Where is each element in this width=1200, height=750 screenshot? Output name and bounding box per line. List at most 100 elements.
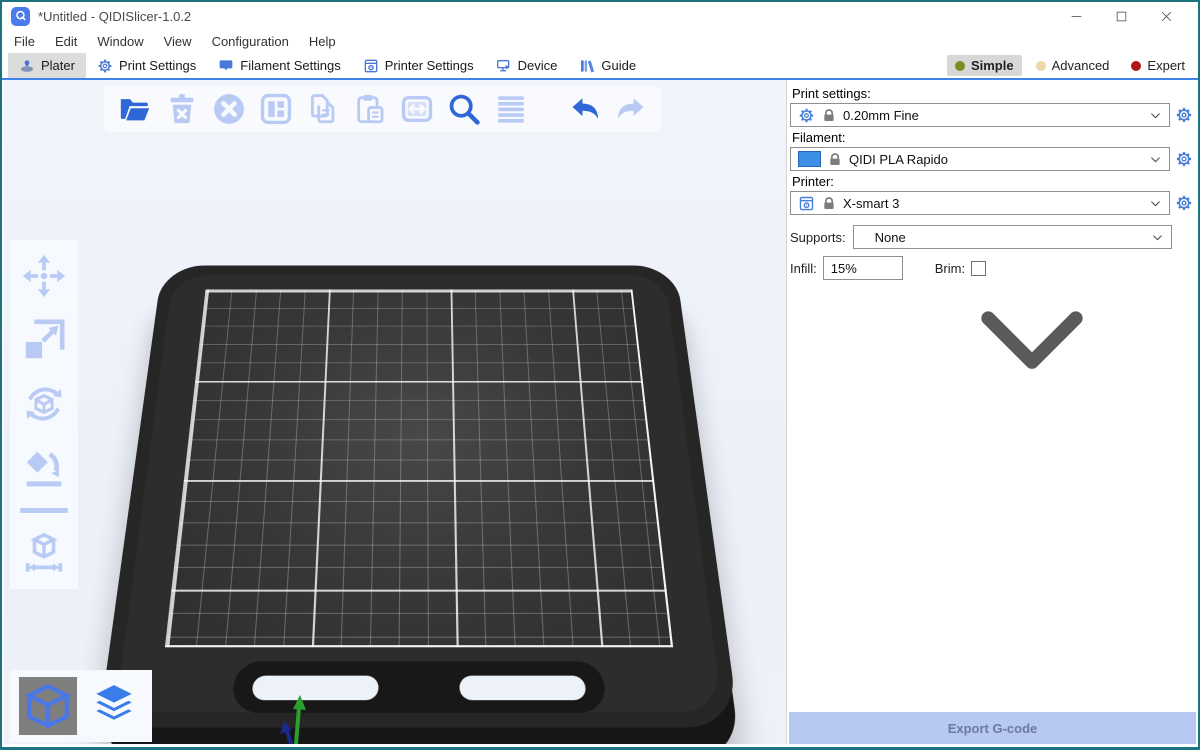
app-logo-icon	[11, 7, 30, 26]
lock-icon	[822, 196, 836, 211]
settings-sidebar: Print settings: 0.20mm Fine Filament: QI…	[786, 80, 1196, 744]
simple-mode-dot-icon	[955, 61, 965, 71]
printer-combo[interactable]: X-smart 3	[790, 191, 1170, 215]
mode-simple[interactable]: Simple	[947, 55, 1022, 76]
tab-printer-settings[interactable]: Printer Settings	[352, 53, 485, 78]
infill-value: 15%	[831, 261, 857, 276]
menu-file[interactable]: File	[4, 32, 45, 51]
split-arrows-icon	[400, 92, 434, 126]
supports-label: Supports:	[790, 230, 846, 245]
tab-print-settings-label: Print Settings	[119, 58, 196, 73]
edit-filament-button[interactable]	[1175, 150, 1193, 168]
chevron-down-icon	[1149, 153, 1162, 166]
top-toolbar	[104, 86, 661, 132]
tab-device-label: Device	[518, 58, 558, 73]
filament-label: Filament:	[792, 130, 1191, 145]
search-button[interactable]	[445, 90, 483, 128]
variable-layer-height-button[interactable]	[492, 90, 530, 128]
lock-icon	[822, 108, 836, 123]
supports-combo[interactable]: None	[853, 225, 1172, 249]
place-on-face-button[interactable]	[20, 444, 68, 492]
chevron-down-icon	[1149, 197, 1162, 210]
undo-button[interactable]	[567, 90, 605, 128]
rotate-gizmo-button[interactable]	[20, 380, 68, 428]
tab-print-settings[interactable]: Print Settings	[86, 53, 207, 78]
paste-icon	[353, 92, 387, 126]
mode-expert-label: Expert	[1147, 58, 1185, 73]
supports-value: None	[875, 230, 906, 245]
gear-icon	[1175, 194, 1193, 212]
tab-device[interactable]: Device	[485, 53, 569, 78]
minimize-button[interactable]	[1054, 3, 1099, 29]
menu-configuration[interactable]: Configuration	[202, 32, 299, 51]
mode-expert[interactable]: Expert	[1123, 55, 1193, 76]
title-bar: *Untitled - QIDISlicer-1.0.2	[2, 2, 1198, 30]
split-instances-button[interactable]	[398, 90, 436, 128]
print-settings-value: 0.20mm Fine	[843, 108, 919, 123]
menu-window[interactable]: Window	[87, 32, 153, 51]
tab-filament-settings[interactable]: Filament Settings	[207, 53, 351, 78]
bed-handle	[231, 661, 606, 712]
chevron-down-icon	[1149, 109, 1162, 122]
printer-bed-tray	[99, 265, 740, 727]
mode-advanced[interactable]: Advanced	[1028, 55, 1118, 76]
menu-edit[interactable]: Edit	[45, 32, 87, 51]
filament-icon	[218, 58, 234, 74]
export-gcode-button[interactable]: Export G-code	[789, 712, 1196, 744]
menu-help[interactable]: Help	[299, 32, 346, 51]
printer-bed-scene	[99, 215, 739, 744]
layer-bars-icon	[494, 92, 528, 126]
layers-preview-icon	[89, 681, 139, 731]
preview-view-button[interactable]	[85, 677, 143, 735]
delete-all-button[interactable]	[210, 90, 248, 128]
printer-label: Printer:	[792, 174, 1191, 189]
move-gizmo-button[interactable]	[20, 252, 68, 300]
scale-gizmo-button[interactable]	[20, 316, 68, 364]
edit-printer-button[interactable]	[1175, 194, 1193, 212]
maximize-button[interactable]	[1099, 3, 1144, 29]
editor-3d-view-button[interactable]	[19, 677, 77, 735]
close-button[interactable]	[1144, 3, 1189, 29]
infill-label: Infill:	[790, 261, 817, 276]
mode-switcher: Simple Advanced Expert	[947, 53, 1198, 78]
tab-guide[interactable]: Guide	[568, 53, 647, 78]
printer-icon	[798, 195, 815, 212]
edit-print-settings-button[interactable]	[1175, 106, 1193, 124]
menu-view[interactable]: View	[154, 32, 202, 51]
close-icon	[1160, 10, 1173, 23]
filament-combo[interactable]: QIDI PLA Rapido	[790, 147, 1170, 171]
cube-3d-icon	[23, 681, 73, 731]
window-controls	[1054, 3, 1189, 29]
guide-icon	[579, 58, 595, 74]
gear-icon	[798, 107, 815, 124]
arrange-grid-icon	[259, 92, 293, 126]
circle-x-icon	[212, 92, 246, 126]
gear-icon	[1175, 150, 1193, 168]
tab-printer-settings-label: Printer Settings	[385, 58, 474, 73]
infill-combo[interactable]: 15%	[823, 256, 903, 280]
delete-button[interactable]	[163, 90, 201, 128]
redo-arrow-icon	[613, 92, 647, 126]
copy-button[interactable]	[304, 90, 342, 128]
paste-button[interactable]	[351, 90, 389, 128]
print-plate-grid	[165, 289, 673, 647]
print-settings-label: Print settings:	[792, 86, 1191, 101]
undo-arrow-icon	[569, 92, 603, 126]
print-settings-combo[interactable]: 0.20mm Fine	[790, 103, 1170, 127]
mode-advanced-label: Advanced	[1052, 58, 1110, 73]
printer-icon	[363, 58, 379, 74]
viewport-3d[interactable]	[4, 80, 786, 744]
move-arrows-icon	[21, 253, 67, 299]
gear-icon	[1175, 106, 1193, 124]
brim-checkbox[interactable]	[971, 261, 986, 276]
rotate-icon	[21, 381, 67, 427]
measure-button[interactable]	[20, 529, 68, 577]
open-project-button[interactable]	[116, 90, 154, 128]
printer-value: X-smart 3	[843, 196, 899, 211]
axis-indicator-icon	[249, 685, 379, 744]
redo-button[interactable]	[611, 90, 649, 128]
scale-icon	[21, 317, 67, 363]
tab-plater[interactable]: Plater	[8, 53, 86, 78]
mode-simple-label: Simple	[971, 58, 1014, 73]
arrange-button[interactable]	[257, 90, 295, 128]
